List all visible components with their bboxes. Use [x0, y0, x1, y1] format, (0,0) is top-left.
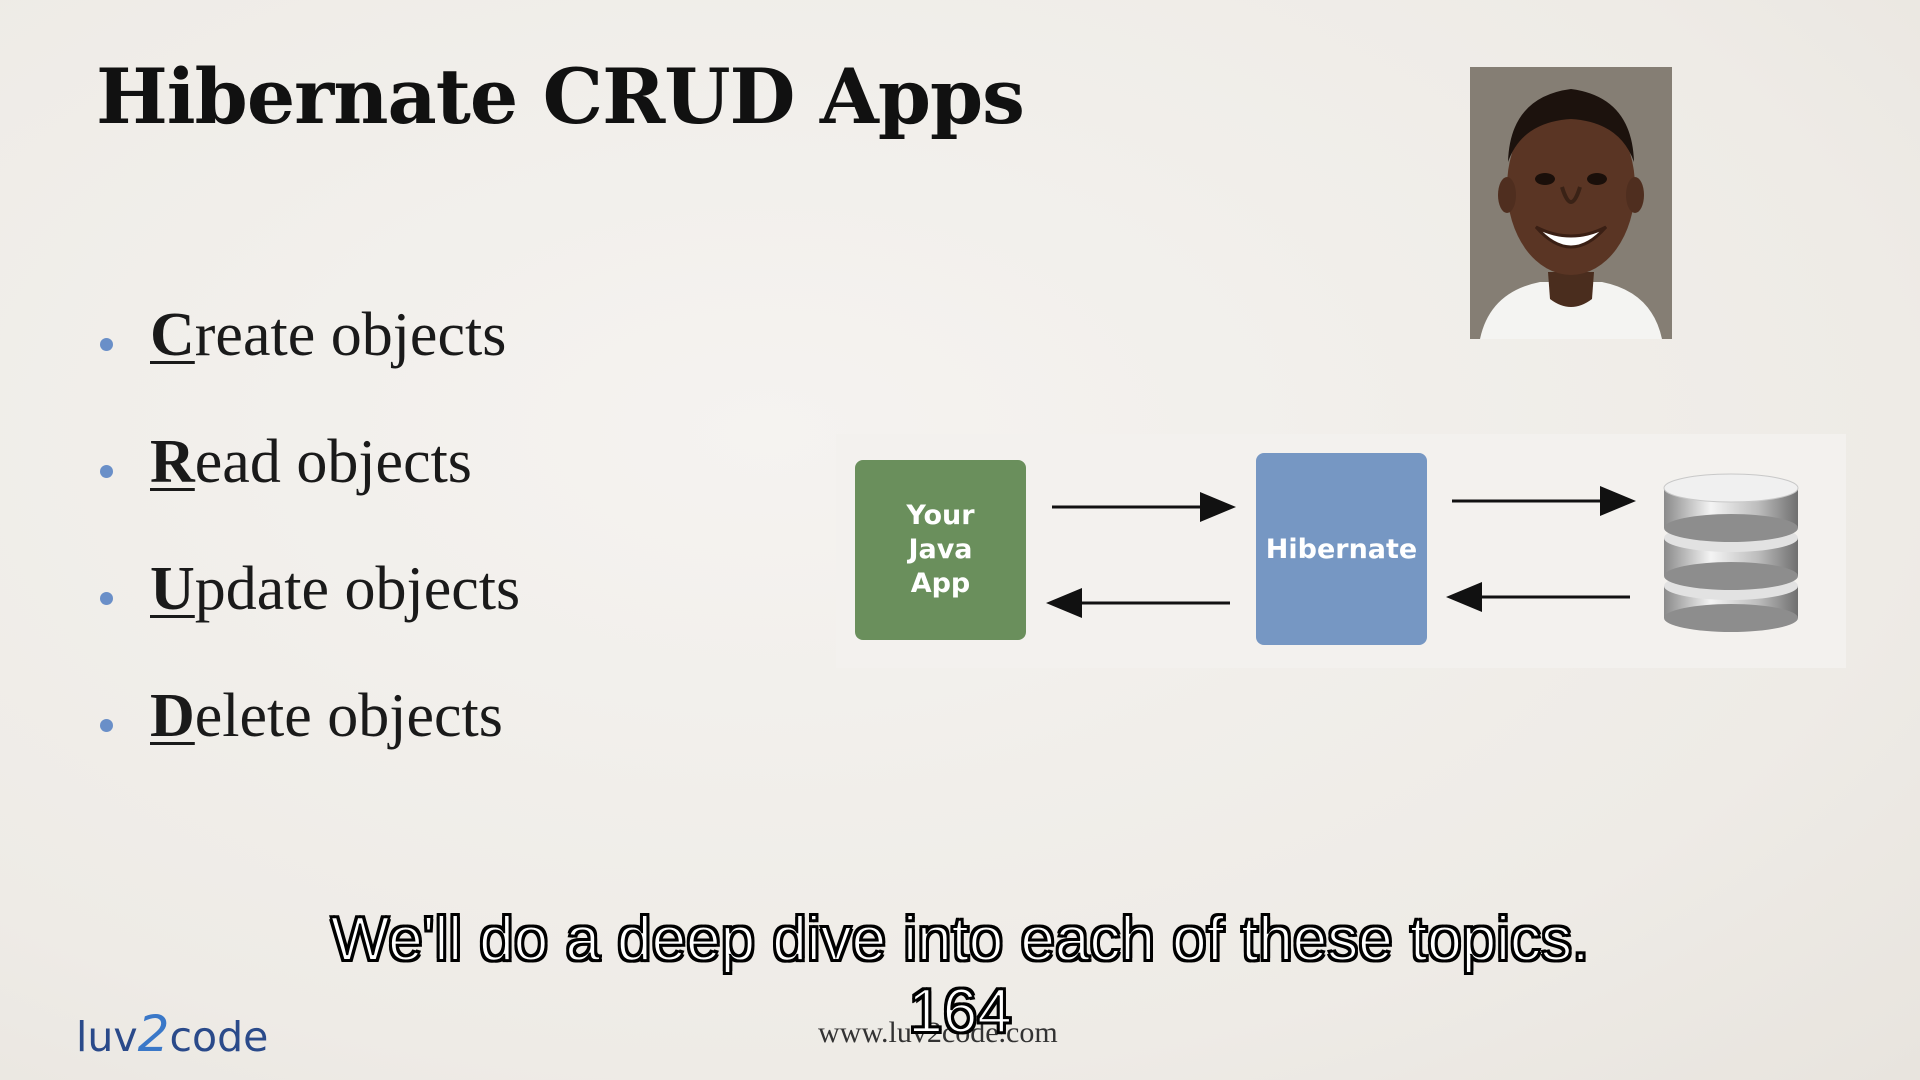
subtitle-line-2: 164 — [907, 976, 1012, 1047]
subtitle-line-1: We'll do a deep dive into each of these … — [330, 904, 1590, 975]
database-icon — [1663, 473, 1799, 632]
